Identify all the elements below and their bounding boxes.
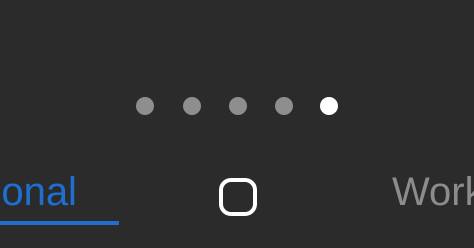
tab-work-label: Work — [392, 170, 474, 214]
tab-personal-label: rsonal — [0, 170, 77, 214]
launcher-screen: rsonal Work — [0, 0, 474, 248]
page-dot-1[interactable] — [136, 97, 154, 115]
tab-personal[interactable]: rsonal — [0, 168, 77, 216]
active-tab-underline — [0, 221, 119, 225]
page-dot-4[interactable] — [275, 97, 293, 115]
page-dot-2[interactable] — [183, 97, 201, 115]
page-dot-3[interactable] — [229, 97, 247, 115]
tab-work[interactable]: Work — [392, 168, 474, 216]
page-dot-5[interactable] — [320, 97, 338, 115]
rounded-square-icon[interactable] — [219, 178, 257, 216]
